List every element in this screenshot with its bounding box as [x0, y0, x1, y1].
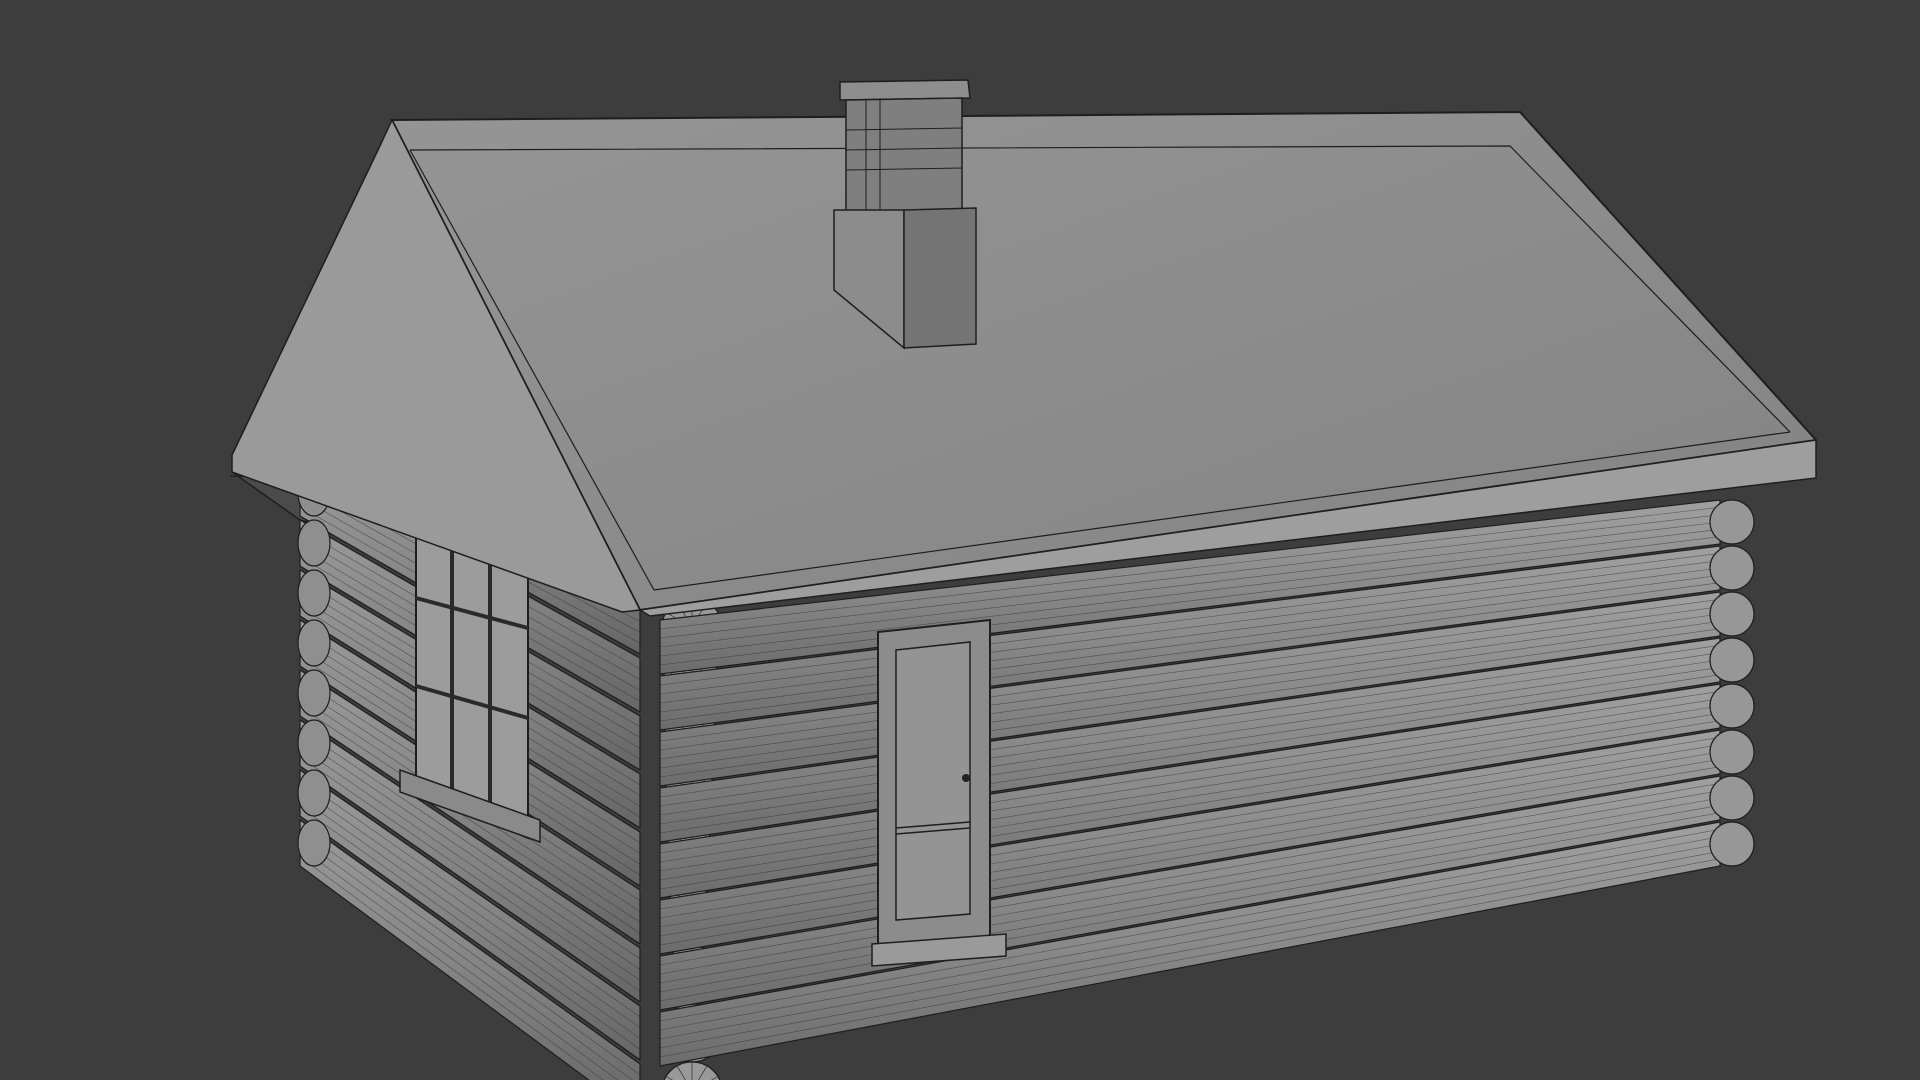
log-end-cap [1709, 591, 1755, 637]
log-cabin-model[interactable] [0, 0, 1920, 1080]
log-end-cap [1709, 729, 1755, 775]
log-end-cap [1709, 499, 1755, 545]
log-end-cap [297, 619, 331, 667]
log-end-cap [297, 569, 331, 617]
log-end-cap [297, 719, 331, 767]
door[interactable] [871, 618, 1007, 967]
log-end-cap [1709, 775, 1755, 821]
log-end-cap [297, 519, 331, 567]
log-end-cap [297, 669, 331, 717]
log-end-cap [1709, 637, 1755, 683]
log-end-cap [1709, 545, 1755, 591]
door-panel [895, 641, 971, 921]
log-end-cap [297, 769, 331, 817]
log-end-cap [1709, 683, 1755, 729]
chimney [833, 79, 977, 350]
log-end-cap [1709, 821, 1755, 867]
3d-viewport[interactable] [0, 0, 1920, 1080]
log-end-cap [297, 819, 331, 867]
door-handle-icon[interactable] [962, 774, 970, 782]
